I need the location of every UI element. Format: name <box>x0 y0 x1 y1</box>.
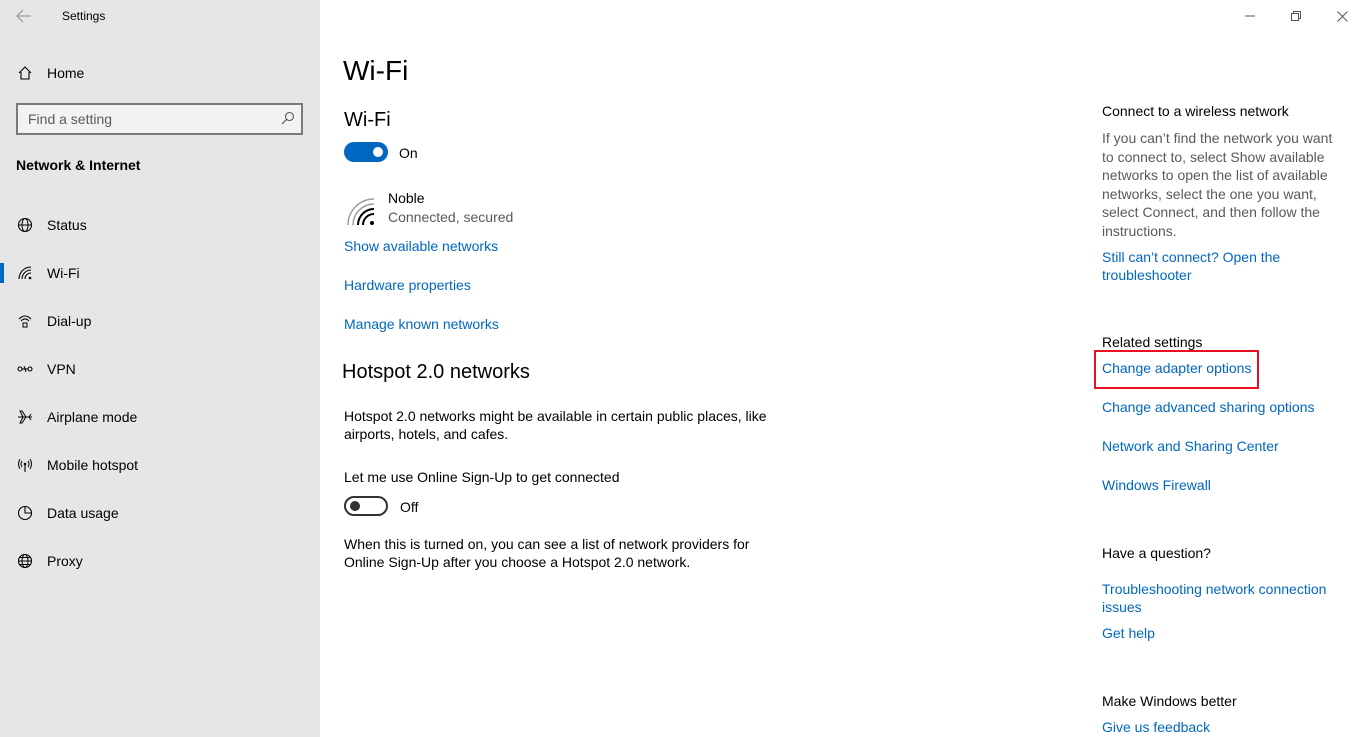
change-advanced-sharing-link[interactable]: Change advanced sharing options <box>1102 399 1315 415</box>
toggle-knob <box>373 147 383 157</box>
network-name: Noble <box>388 190 425 206</box>
wifi-toggle[interactable] <box>344 142 388 162</box>
airplane-icon <box>16 408 34 426</box>
restore-icon <box>1291 11 1301 21</box>
give-feedback-link[interactable]: Give us feedback <box>1102 719 1210 735</box>
back-arrow-icon <box>16 9 31 23</box>
sidebar-item-label: Proxy <box>47 553 83 569</box>
sidebar-item-label: Wi-Fi <box>47 265 80 281</box>
highlight-box <box>1094 350 1259 389</box>
make-windows-better-heading: Make Windows better <box>1102 693 1237 709</box>
main-content: Wi-Fi Wi-Fi On Noble Connected, secured … <box>320 0 1359 737</box>
search-input[interactable] <box>18 105 278 133</box>
sidebar-item-airplane[interactable]: Airplane mode <box>0 393 320 441</box>
sidebar: Settings Home Network & Internet Status … <box>0 0 320 737</box>
back-button[interactable] <box>8 2 40 30</box>
sidebar-item-label: Dial-up <box>47 313 92 329</box>
wifi-heading: Wi-Fi <box>344 109 391 131</box>
connect-heading: Connect to a wireless network <box>1102 103 1289 119</box>
close-icon <box>1336 10 1348 22</box>
sidebar-item-label: Data usage <box>47 505 119 521</box>
dialup-icon <box>16 312 34 330</box>
sidebar-item-dialup[interactable]: Dial-up <box>0 297 320 345</box>
hotspot-description: Hotspot 2.0 networks might be available … <box>344 408 767 442</box>
wifi-icon <box>16 264 34 282</box>
app-title: Settings <box>62 9 106 23</box>
sidebar-item-data-usage[interactable]: Data usage <box>0 489 320 537</box>
related-settings-heading: Related settings <box>1102 334 1203 350</box>
show-available-networks-link[interactable]: Show available networks <box>344 238 498 254</box>
sidebar-item-label: Airplane mode <box>47 409 138 425</box>
restore-button[interactable] <box>1273 0 1319 32</box>
sidebar-item-label: Mobile hotspot <box>47 457 139 473</box>
data-usage-icon <box>16 504 34 522</box>
get-help-link[interactable]: Get help <box>1102 625 1155 641</box>
network-status: Connected, secured <box>388 209 514 225</box>
sidebar-item-home[interactable]: Home <box>0 49 320 97</box>
sidebar-item-status[interactable]: Status <box>0 201 320 249</box>
globe-status-icon <box>16 216 34 234</box>
network-sharing-center-link[interactable]: Network and Sharing Center <box>1102 438 1279 454</box>
wifi-signal-icon <box>344 195 376 232</box>
sidebar-item-proxy[interactable]: Proxy <box>0 537 320 585</box>
question-heading: Have a question? <box>1102 545 1211 561</box>
wifi-toggle-state: On <box>399 145 418 161</box>
troubleshooter-link[interactable]: Still can’t connect? Open the troublesho… <box>1102 248 1322 284</box>
minimize-button[interactable] <box>1227 0 1273 32</box>
sidebar-item-vpn[interactable]: VPN <box>0 345 320 393</box>
troubleshooting-connection-link[interactable]: Troubleshooting network connection issue… <box>1102 580 1342 616</box>
hardware-properties-link[interactable]: Hardware properties <box>344 277 471 293</box>
sidebar-item-label: Home <box>47 65 85 81</box>
minimize-icon <box>1245 15 1255 17</box>
page-title: Wi-Fi <box>343 55 409 86</box>
search-box[interactable] <box>16 103 303 135</box>
sidebar-item-wifi[interactable]: Wi-Fi <box>0 249 320 297</box>
manage-known-networks-link[interactable]: Manage known networks <box>344 316 499 332</box>
home-icon <box>16 64 34 82</box>
sidebar-item-label: VPN <box>47 361 76 377</box>
hotspot-icon <box>16 456 34 474</box>
section-title: Network & Internet <box>16 157 141 173</box>
signup-label: Let me use Online Sign-Up to get connect… <box>344 469 620 485</box>
hotspot-heading: Hotspot 2.0 networks <box>342 361 530 383</box>
signup-toggle[interactable] <box>344 496 388 516</box>
toggle-knob <box>350 501 360 511</box>
windows-firewall-link[interactable]: Windows Firewall <box>1102 477 1211 493</box>
close-button[interactable] <box>1319 0 1359 32</box>
sidebar-item-mobile-hotspot[interactable]: Mobile hotspot <box>0 441 320 489</box>
signup-description: When this is turned on, you can see a li… <box>344 536 750 570</box>
connect-description: If you can’t find the network you want t… <box>1102 130 1333 239</box>
vpn-icon <box>16 360 34 378</box>
sidebar-item-label: Status <box>47 217 87 233</box>
globe-icon <box>16 552 34 570</box>
signup-toggle-state: Off <box>400 499 419 515</box>
search-icon[interactable] <box>281 111 295 130</box>
